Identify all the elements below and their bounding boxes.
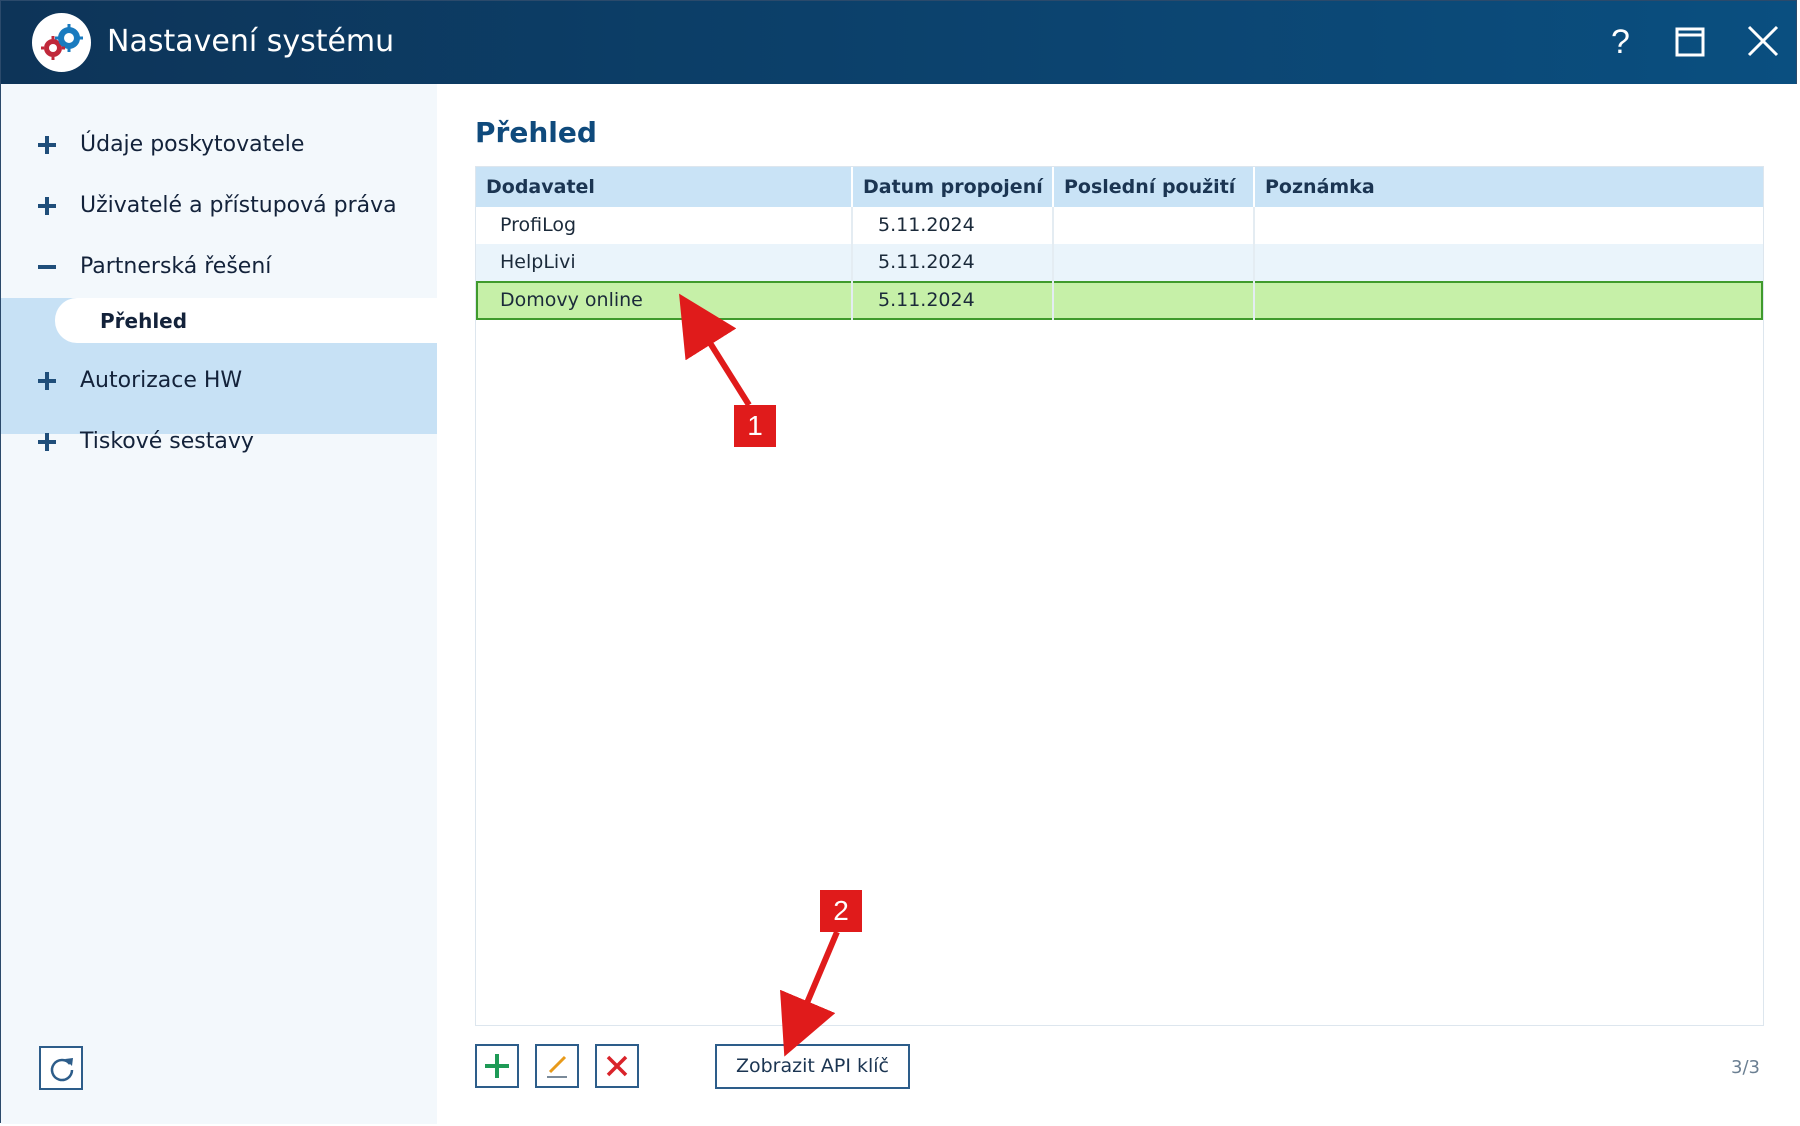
help-button[interactable]: ? xyxy=(1593,17,1645,67)
maximize-button[interactable] xyxy=(1663,17,1715,67)
cell-datum: 5.11.2024 xyxy=(853,244,1054,281)
sidebar-subitem-label: Přehled xyxy=(100,309,188,333)
sidebar: Údaje poskytovatele Uživatelé a přístupo… xyxy=(1,84,437,1124)
sidebar-item-label: Údaje poskytovatele xyxy=(80,132,305,157)
refresh-icon xyxy=(50,1058,74,1082)
svg-text:?: ? xyxy=(1611,23,1630,61)
sidebar-subitem-prehled[interactable]: Přehled xyxy=(55,298,437,343)
column-header-datum-propojeni[interactable]: Datum propojení xyxy=(853,167,1054,207)
cell-poznamka xyxy=(1255,244,1763,281)
table-row[interactable]: HelpLivi 5.11.2024 xyxy=(476,244,1763,281)
sidebar-item-udaje-poskytovatele[interactable]: Údaje poskytovatele xyxy=(1,114,437,174)
record-count: 3/3 xyxy=(1731,1057,1760,1078)
cell-posledni xyxy=(1054,244,1255,281)
cell-posledni xyxy=(1054,207,1255,244)
cell-poznamka xyxy=(1255,207,1763,244)
window-title: Nastavení systému xyxy=(107,24,395,59)
sidebar-item-label: Partnerská řešení xyxy=(80,254,272,279)
cell-dodavatel: Domovy online xyxy=(476,281,853,320)
maximize-icon xyxy=(1675,27,1705,57)
column-header-poznamka[interactable]: Poznámka xyxy=(1255,167,1763,207)
x-icon xyxy=(606,1055,628,1077)
cell-posledni xyxy=(1054,281,1255,320)
minus-icon xyxy=(38,265,56,269)
refresh-button[interactable] xyxy=(39,1046,83,1090)
delete-button[interactable] xyxy=(595,1044,639,1088)
title-bar: Nastavení systému ? xyxy=(1,1,1796,84)
sidebar-item-label: Uživatelé a přístupová práva xyxy=(80,193,397,218)
cell-datum: 5.11.2024 xyxy=(853,207,1054,244)
sidebar-item-label: Autorizace HW xyxy=(80,368,243,393)
close-button[interactable] xyxy=(1737,17,1789,67)
edit-button[interactable] xyxy=(535,1044,579,1088)
callout-badge-1: 1 xyxy=(734,405,776,447)
show-api-key-button[interactable]: Zobrazit API klíč xyxy=(715,1044,910,1089)
plus-icon xyxy=(38,136,56,154)
cell-datum: 5.11.2024 xyxy=(853,281,1054,320)
column-header-posledni-pouziti[interactable]: Poslední použití xyxy=(1054,167,1255,207)
gears-icon xyxy=(32,13,91,72)
main-panel: Přehled Dodavatel Datum propojení Posled… xyxy=(437,84,1797,1124)
callout-badge-2: 2 xyxy=(820,890,862,932)
plus-icon xyxy=(485,1054,509,1078)
page-title: Přehled xyxy=(475,116,597,149)
column-header-dodavatel[interactable]: Dodavatel xyxy=(476,167,853,207)
table-header: Dodavatel Datum propojení Poslední použi… xyxy=(476,167,1763,207)
sidebar-item-label: Tiskové sestavy xyxy=(80,429,254,454)
table-row[interactable]: ProfiLog 5.11.2024 xyxy=(476,207,1763,244)
close-icon xyxy=(1747,25,1779,57)
partners-table: Dodavatel Datum propojení Poslední použi… xyxy=(475,166,1764,1026)
cell-dodavatel: HelpLivi xyxy=(476,244,853,281)
settings-window: Nastavení systému ? Údaje poskytovatele xyxy=(0,0,1797,1124)
sidebar-item-autorizace-hw[interactable]: Autorizace HW xyxy=(1,350,437,410)
cell-poznamka xyxy=(1255,281,1763,320)
pencil-icon xyxy=(547,1055,567,1078)
add-button[interactable] xyxy=(475,1044,519,1088)
table-row-selected[interactable]: Domovy online 5.11.2024 xyxy=(476,281,1763,320)
cell-dodavatel: ProfiLog xyxy=(476,207,853,244)
plus-icon xyxy=(38,372,56,390)
sidebar-item-tiskove-sestavy[interactable]: Tiskové sestavy xyxy=(1,411,437,471)
plus-icon xyxy=(38,433,56,451)
plus-icon xyxy=(38,197,56,215)
sidebar-item-partnerska-reseni[interactable]: Partnerská řešení xyxy=(1,236,437,296)
sidebar-item-uzivatele[interactable]: Uživatelé a přístupová práva xyxy=(1,175,437,235)
